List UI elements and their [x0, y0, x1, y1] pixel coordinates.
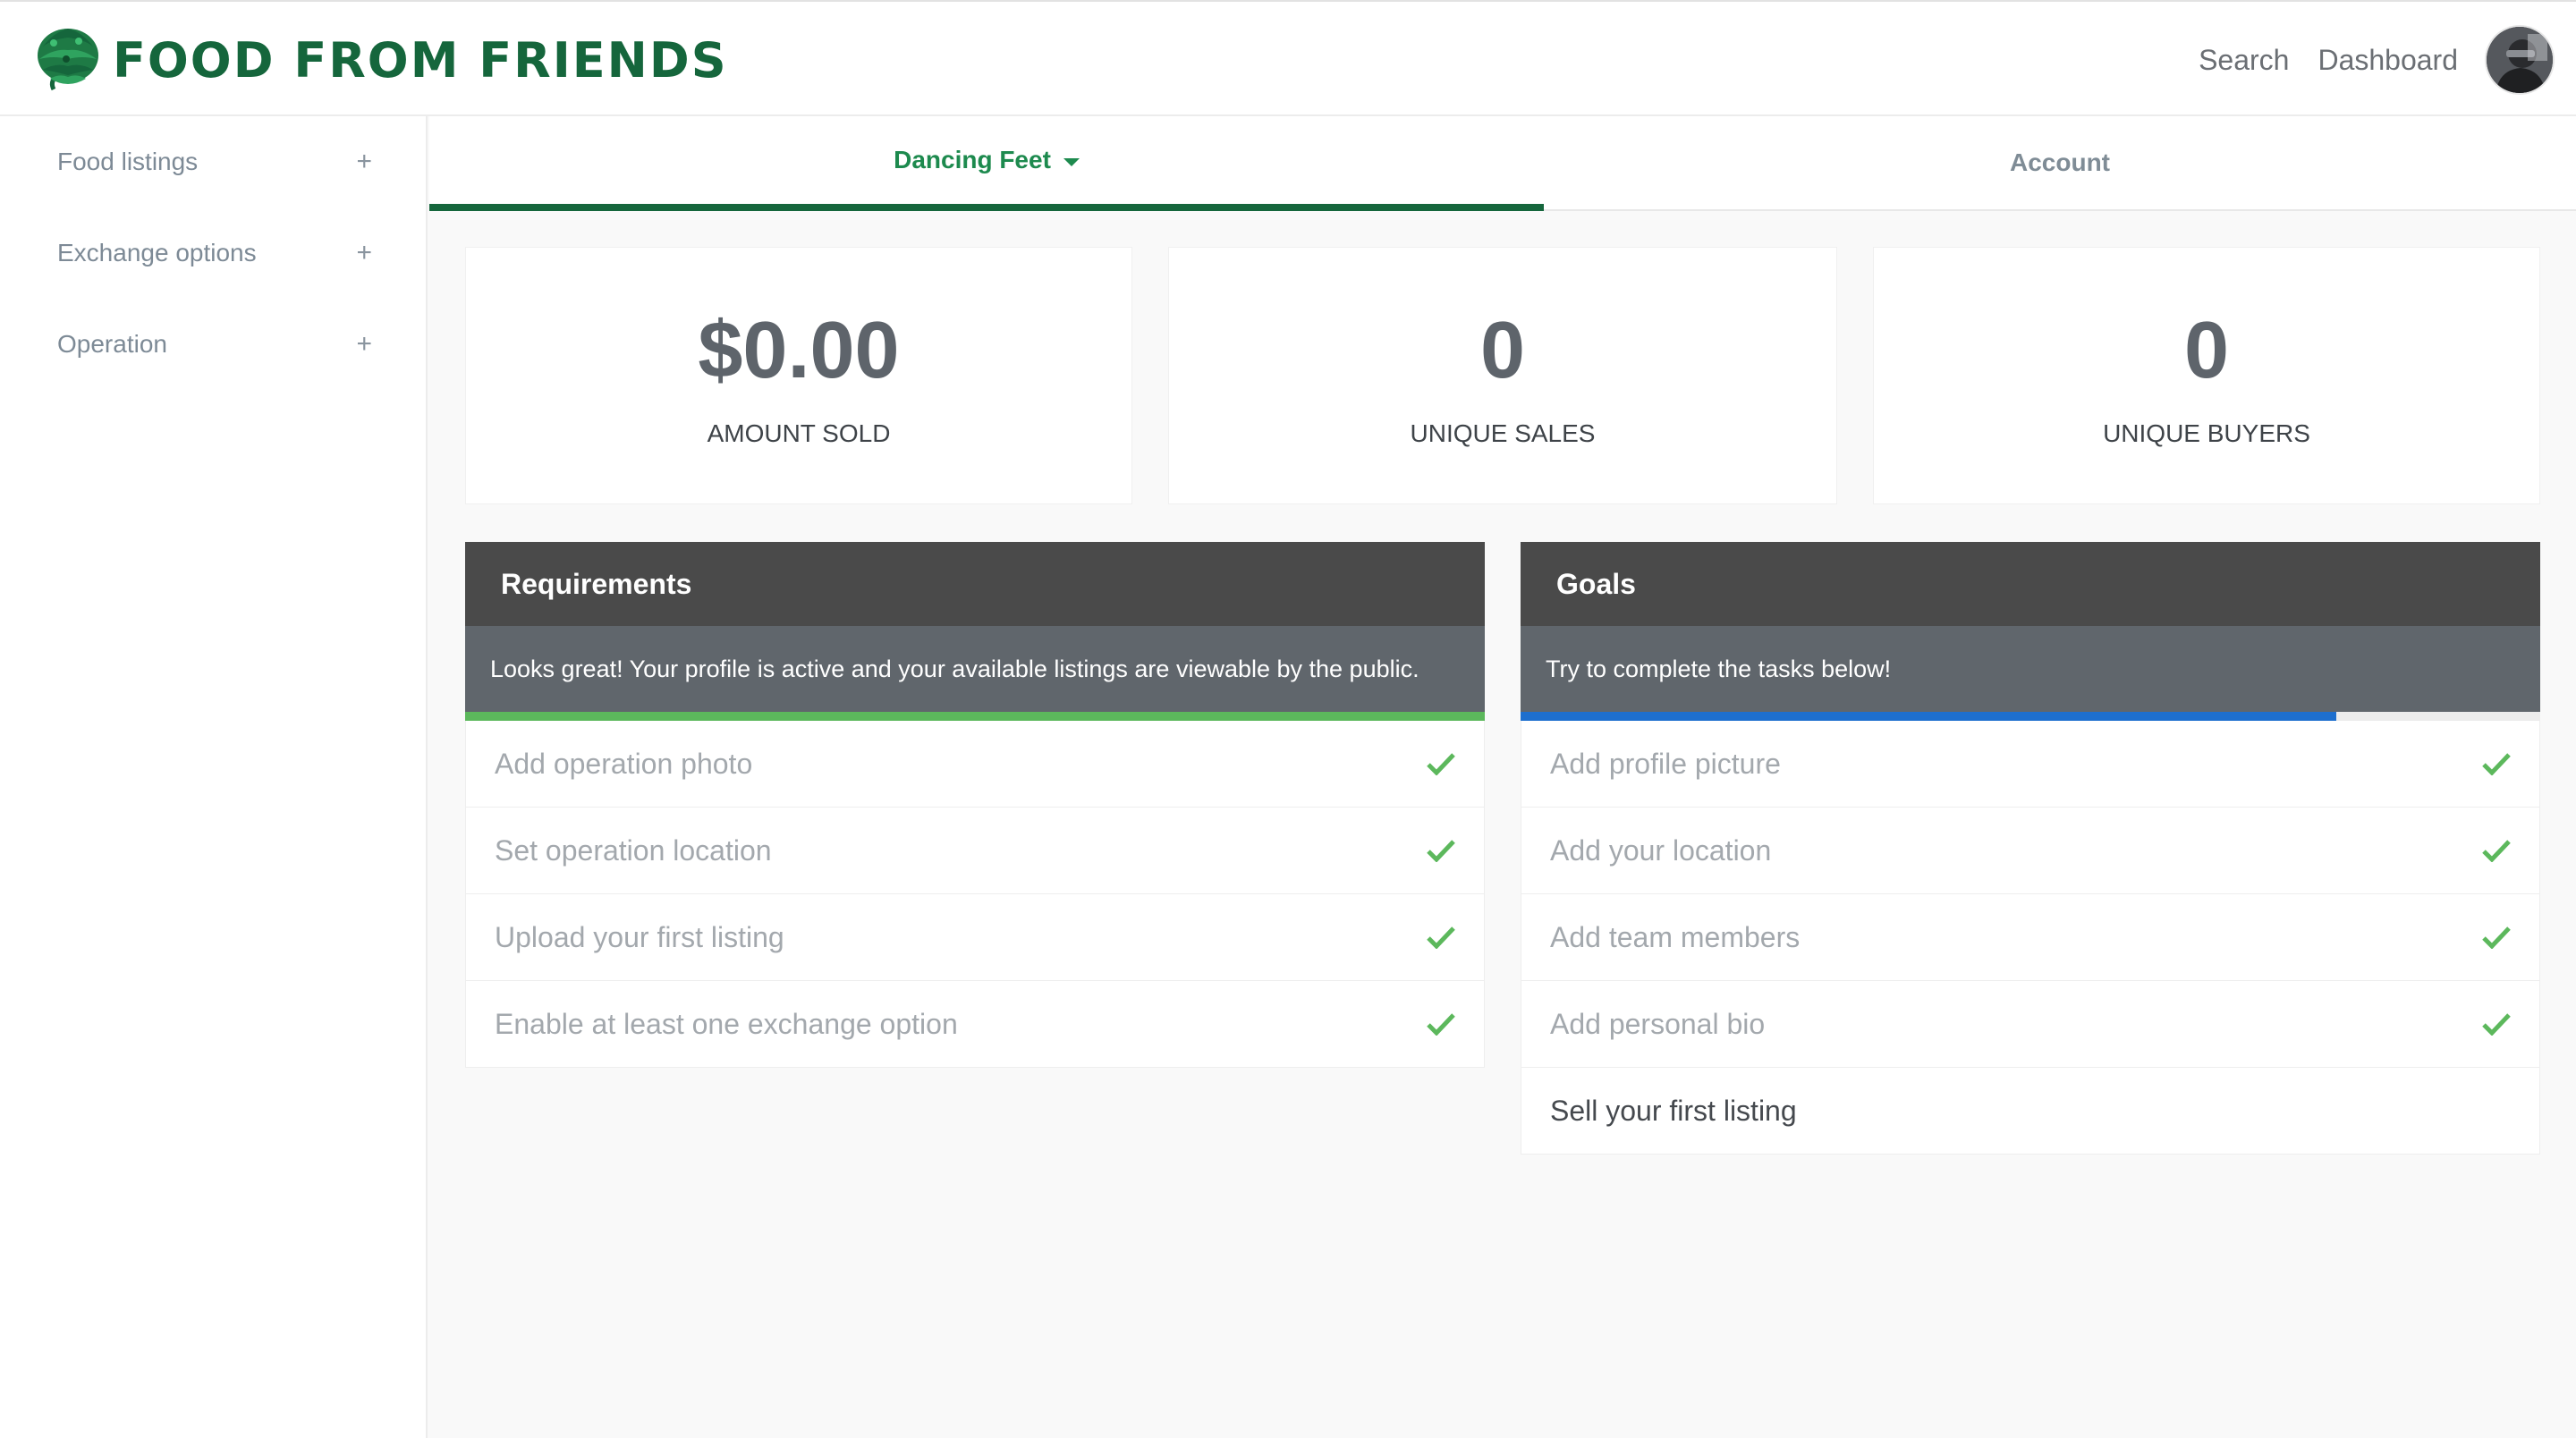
sidebar-item-food-listings[interactable]: Food listings + — [0, 116, 426, 207]
task-label: Add team members — [1550, 920, 1801, 953]
checkmark-icon — [2482, 839, 2511, 862]
caret-down-icon — [1063, 157, 1080, 166]
list-item[interactable]: Add team members — [1521, 894, 2540, 981]
requirements-title: Requirements — [465, 542, 1485, 626]
goals-title: Goals — [1521, 542, 2540, 626]
stat-value: $0.00 — [698, 306, 900, 395]
plus-icon: + — [356, 238, 372, 267]
goals-message: Try to complete the tasks below! — [1521, 626, 2540, 712]
stat-card-unique-sales: 0 UNIQUE SALES — [1168, 247, 1837, 504]
dashboard-link[interactable]: Dashboard — [2318, 44, 2458, 77]
sidebar: Food listings + Exchange options + Opera… — [0, 116, 428, 1438]
task-label: Sell your first listing — [1550, 1094, 1797, 1127]
tab-bar: Dancing Feet Account — [429, 116, 2576, 211]
task-label: Add profile picture — [1550, 747, 1781, 780]
requirements-message: Looks great! Your profile is active and … — [465, 626, 1485, 712]
list-item[interactable]: Add your location — [1521, 808, 2540, 894]
task-label: Set operation location — [495, 833, 772, 867]
task-label: Upload your first listing — [495, 920, 784, 953]
stat-label: UNIQUE BUYERS — [2103, 419, 2310, 447]
list-item[interactable]: Set operation location — [465, 808, 1485, 894]
goals-progress-bar — [1521, 712, 2540, 721]
stat-label: AMOUNT SOLD — [707, 419, 891, 447]
plus-icon: + — [356, 329, 372, 359]
checkmark-icon — [2482, 752, 2511, 775]
checkmark-icon — [2482, 926, 2511, 949]
checkmark-icon — [2482, 1012, 2511, 1036]
stat-value: 0 — [1479, 306, 1526, 395]
task-label: Add your location — [1550, 833, 1772, 867]
list-item[interactable]: Sell your first listing — [1521, 1068, 2540, 1155]
list-item[interactable]: Add operation photo — [465, 721, 1485, 808]
checkmark-icon — [1427, 926, 1455, 949]
stat-card-amount-sold: $0.00 AMOUNT SOLD — [465, 247, 1132, 504]
top-bar: FOOD FROM FRIENDS Search Dashboard — [0, 0, 2576, 116]
checkmark-icon — [1427, 752, 1455, 775]
sidebar-item-label: Food listings — [57, 148, 199, 175]
sidebar-item-label: Exchange options — [57, 239, 257, 266]
requirements-progress-fill — [465, 712, 1485, 721]
artichoke-logo-icon — [27, 20, 104, 101]
list-item[interactable]: Upload your first listing — [465, 894, 1485, 981]
list-item[interactable]: Add personal bio — [1521, 981, 2540, 1068]
top-nav: Search Dashboard — [2199, 25, 2553, 95]
tab-operation-label: Dancing Feet — [894, 146, 1051, 173]
tab-operation[interactable]: Dancing Feet — [429, 116, 1544, 211]
task-label: Enable at least one exchange option — [495, 1007, 958, 1040]
list-item[interactable]: Enable at least one exchange option — [465, 981, 1485, 1068]
goals-panel: Goals Try to complete the tasks below! A… — [1521, 542, 2540, 1155]
stat-card-unique-buyers: 0 UNIQUE BUYERS — [1873, 247, 2540, 504]
tab-account[interactable]: Account — [1544, 116, 2576, 209]
sidebar-item-exchange-options[interactable]: Exchange options + — [0, 207, 426, 299]
avatar[interactable] — [2487, 27, 2553, 93]
search-link[interactable]: Search — [2199, 44, 2289, 77]
task-label: Add personal bio — [1550, 1007, 1766, 1040]
stat-value: 0 — [2183, 306, 2230, 395]
sidebar-item-label: Operation — [57, 330, 167, 358]
requirements-progress-bar — [465, 712, 1485, 721]
task-label: Add operation photo — [495, 747, 753, 780]
goals-progress-fill — [1521, 712, 2336, 721]
plus-icon: + — [356, 147, 372, 176]
checkmark-icon — [1427, 1012, 1455, 1036]
tab-account-label: Account — [2010, 148, 2110, 176]
brand-logo[interactable]: FOOD FROM FRIENDS — [27, 21, 728, 98]
sidebar-item-operation[interactable]: Operation + — [0, 299, 426, 390]
stat-label: UNIQUE SALES — [1410, 419, 1596, 447]
list-item[interactable]: Add profile picture — [1521, 721, 2540, 808]
brand-name: FOOD FROM FRIENDS — [113, 31, 728, 89]
requirements-panel: Requirements Looks great! Your profile i… — [465, 542, 1485, 1068]
checkmark-icon — [1427, 839, 1455, 862]
